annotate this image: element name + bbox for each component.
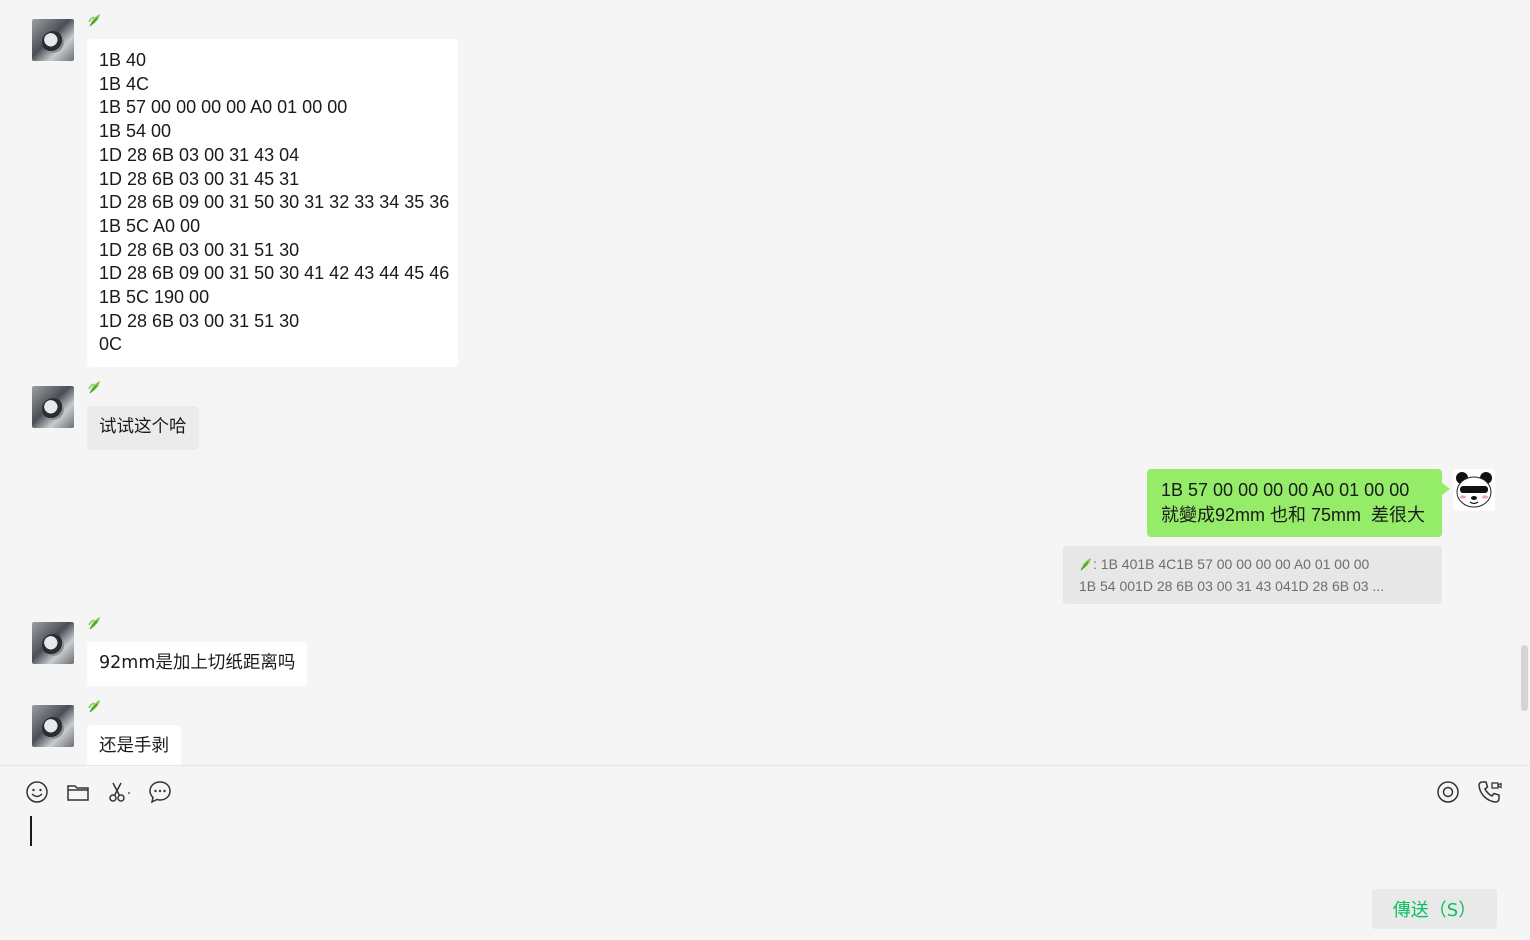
- leaf-icon: [1079, 556, 1093, 576]
- quote-text: : 1B 401B 4C1B 57 00 00 00 00 A0 01 00 0…: [1079, 556, 1385, 594]
- peer-avatar[interactable]: [32, 386, 74, 428]
- send-button[interactable]: 傳送（S）: [1372, 889, 1497, 929]
- message-bubble[interactable]: 还是手剥: [87, 725, 181, 765]
- leaf-icon: [88, 380, 102, 400]
- input-divider: [0, 765, 1530, 766]
- folder-icon[interactable]: [65, 779, 91, 805]
- peer-avatar[interactable]: [32, 705, 74, 747]
- message-bubble[interactable]: 92mm是加上切纸距离吗: [87, 642, 308, 686]
- scissors-icon[interactable]: [106, 779, 132, 805]
- peer-avatar[interactable]: [32, 622, 74, 664]
- leaf-icon: [88, 699, 102, 719]
- call-icon[interactable]: [1476, 779, 1502, 805]
- chat-scrollbar[interactable]: [1521, 645, 1528, 711]
- leaf-icon: [88, 616, 102, 636]
- chat-history-icon[interactable]: [147, 779, 173, 805]
- text-caret: [30, 816, 32, 846]
- panda-icon: [1453, 469, 1495, 511]
- leaf-icon: [88, 13, 102, 33]
- my-avatar[interactable]: [1453, 469, 1495, 511]
- quoted-message[interactable]: : 1B 401B 4C1B 57 00 00 00 00 A0 01 00 0…: [1063, 546, 1442, 604]
- message-bubble[interactable]: 1B 40 1B 4C 1B 57 00 00 00 00 A0 01 00 0…: [87, 39, 458, 368]
- message-bubble[interactable]: 试试这个哈: [87, 406, 199, 450]
- emoji-icon[interactable]: [24, 779, 50, 805]
- chat-message-list[interactable]: 1B 40 1B 4C 1B 57 00 00 00 00 A0 01 00 0…: [0, 0, 1530, 765]
- live-icon[interactable]: [1435, 779, 1461, 805]
- peer-avatar[interactable]: [32, 19, 74, 61]
- message-input[interactable]: [20, 810, 1500, 870]
- my-message-bubble[interactable]: 1B 57 00 00 00 00 A0 01 00 00 就變成92mm 也和…: [1147, 469, 1450, 537]
